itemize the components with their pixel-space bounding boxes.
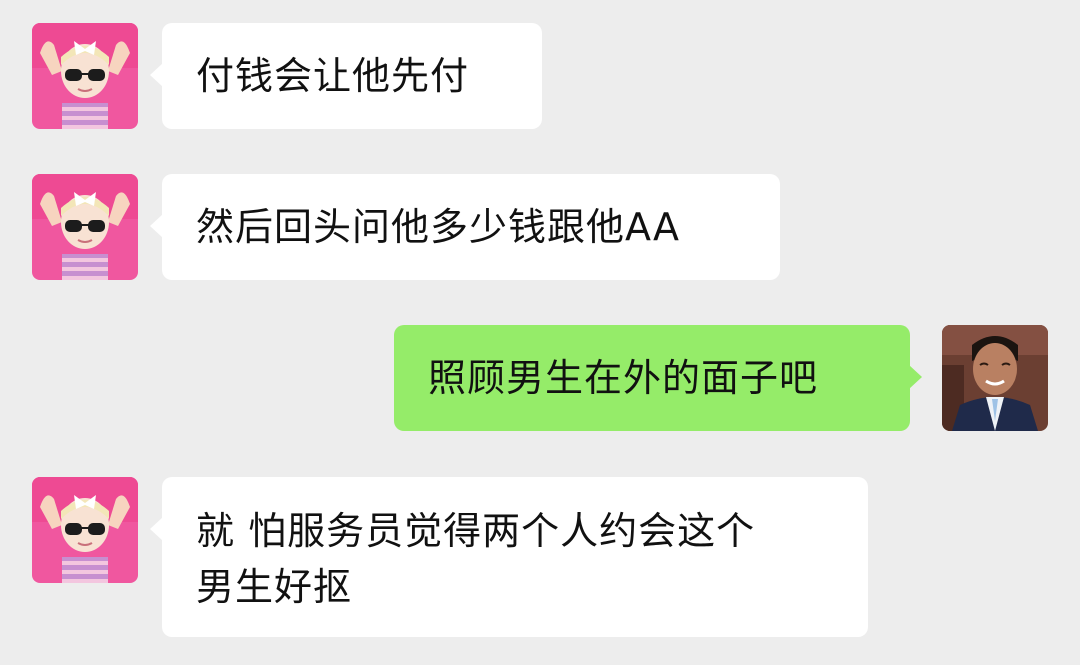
incoming-message-bubble[interactable]: 然后回头问他多少钱跟他AA <box>150 174 780 280</box>
boy-avatar-icon[interactable] <box>942 325 1048 431</box>
girl-avatar-icon[interactable] <box>32 23 138 129</box>
message-text: 然后回头问他多少钱跟他AA <box>196 205 681 249</box>
incoming-message-bubble[interactable]: 付钱会让他先付 <box>150 23 542 129</box>
message-text: 就 怕服务员觉得两个人约会这个 男生好抠 <box>196 509 756 609</box>
message-text: 付钱会让他先付 <box>196 54 470 98</box>
message-text: 照顾男生在外的面子吧 <box>428 356 819 400</box>
incoming-message-bubble[interactable]: 就 怕服务员觉得两个人约会这个 男生好抠 <box>150 477 868 637</box>
outgoing-message-bubble[interactable]: 照顾男生在外的面子吧 <box>394 325 922 431</box>
girl-avatar-icon[interactable] <box>32 477 138 583</box>
girl-avatar-icon[interactable] <box>32 174 138 280</box>
